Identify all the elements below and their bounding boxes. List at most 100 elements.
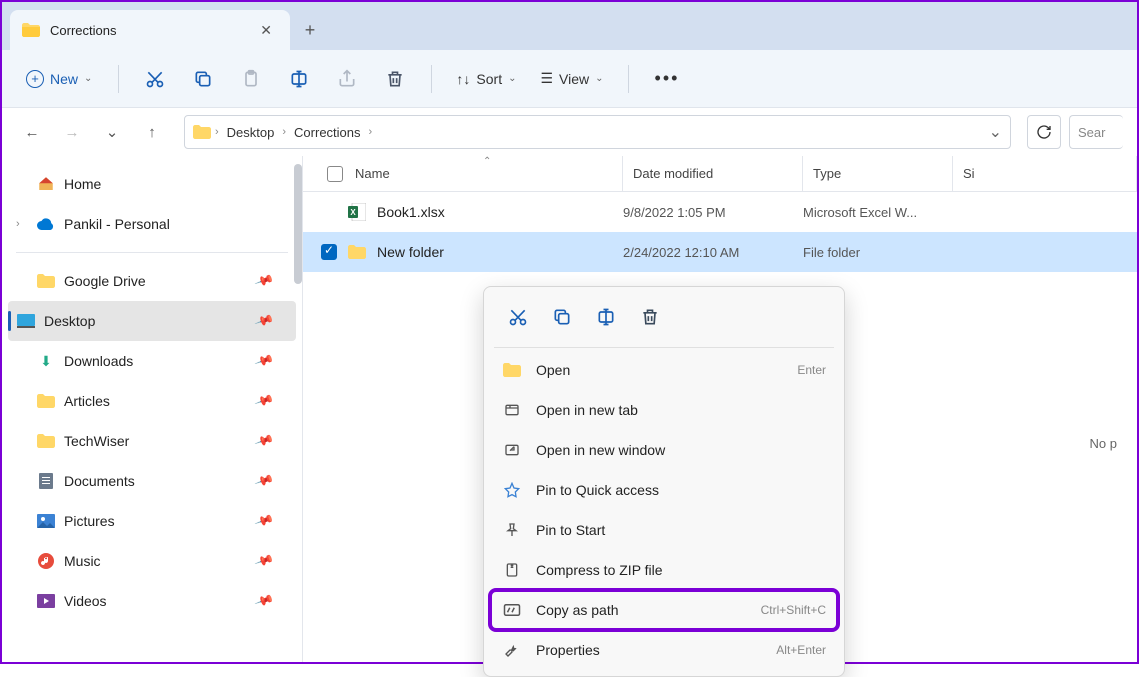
folder-icon (347, 243, 367, 261)
refresh-button[interactable] (1027, 115, 1061, 149)
sidebar-item-videos[interactable]: Videos 📌 (2, 581, 302, 621)
new-button[interactable]: + New ⌄ (16, 64, 102, 94)
folder-icon (36, 392, 56, 410)
copy-button[interactable] (183, 59, 223, 99)
sidebar-item-desktop[interactable]: Desktop 📌 (8, 301, 296, 341)
ctx-delete-button[interactable] (630, 299, 670, 335)
new-tab-button[interactable]: + (290, 10, 330, 50)
column-name[interactable]: Name (317, 156, 623, 191)
ctx-label: Copy as path (536, 602, 619, 618)
sidebar-label: Articles (64, 393, 110, 409)
delete-button[interactable] (375, 59, 415, 99)
back-button[interactable]: ← (16, 116, 48, 148)
folder-icon (502, 363, 522, 377)
sidebar-label: Pankil - Personal (64, 216, 170, 232)
file-row-book1[interactable]: X Book1.xlsx 9/8/2022 1:05 PM Microsoft … (303, 192, 1137, 232)
up-button[interactable]: ↑ (136, 116, 168, 148)
ctx-open-window[interactable]: Open in new window (490, 430, 838, 470)
sidebar-home[interactable]: Home (2, 164, 302, 204)
pictures-icon (36, 512, 56, 530)
view-button[interactable]: ☰ View ⌄ (532, 64, 611, 93)
column-type[interactable]: Type (803, 156, 953, 191)
folder-icon (22, 23, 40, 37)
pin-icon[interactable]: 📌 (253, 470, 274, 491)
chevron-right-icon[interactable]: › (215, 126, 219, 138)
file-row-new-folder[interactable]: New folder 2/24/2022 12:10 AM File folde… (303, 232, 1137, 272)
sidebar-item-documents[interactable]: Documents 📌 (2, 461, 302, 501)
tab-title: Corrections (50, 23, 244, 38)
rename-button[interactable] (279, 59, 319, 99)
ctx-open-tab[interactable]: Open in new tab (490, 390, 838, 430)
ctx-label: Open in new tab (536, 402, 638, 418)
row-checkbox[interactable] (321, 244, 337, 260)
pin-icon[interactable]: 📌 (253, 390, 274, 411)
sort-icon: ↑↓ (456, 71, 470, 87)
pin-icon (502, 482, 522, 498)
tab-corrections[interactable]: Corrections ✕ (10, 10, 290, 50)
cut-button[interactable] (135, 59, 175, 99)
cloud-icon (36, 215, 56, 233)
forward-button: → (56, 116, 88, 148)
ctx-shortcut: Ctrl+Shift+C (761, 603, 826, 617)
pin-icon[interactable]: 📌 (253, 550, 274, 571)
column-size[interactable]: Si (953, 156, 1137, 191)
search-input[interactable]: Sear (1069, 115, 1123, 149)
address-history-icon[interactable]: ⌄ (989, 122, 1002, 142)
address-bar[interactable]: › Desktop › Corrections › ⌄ (184, 115, 1011, 149)
sort-button[interactable]: ↑↓ Sort ⌄ (448, 65, 524, 93)
sidebar-label: Videos (64, 593, 107, 609)
toolbar: + New ⌄ ↑↓ Sort ⌄ ☰ View ⌄ ••• (2, 50, 1137, 108)
sidebar-label: Home (64, 176, 101, 192)
sidebar-item-music[interactable]: Music 📌 (2, 541, 302, 581)
ctx-compress[interactable]: Compress to ZIP file (490, 550, 838, 590)
view-label: View (559, 71, 589, 87)
ctx-cut-button[interactable] (498, 299, 538, 335)
ctx-rename-button[interactable] (586, 299, 626, 335)
close-icon[interactable]: ✕ (254, 20, 278, 41)
pin-icon[interactable]: 📌 (253, 590, 274, 611)
chevron-right-icon[interactable]: › (16, 218, 28, 230)
view-icon: ☰ (540, 70, 553, 87)
sort-label: Sort (476, 71, 502, 87)
column-date[interactable]: Date modified (623, 156, 803, 191)
sidebar-item-downloads[interactable]: ⬇ Downloads 📌 (2, 341, 302, 381)
pin-icon[interactable]: 📌 (253, 310, 274, 331)
column-label: Name (355, 166, 390, 181)
share-button (327, 59, 367, 99)
pin-icon[interactable]: 📌 (253, 510, 274, 531)
folder-icon (36, 272, 56, 290)
ctx-pin-start[interactable]: Pin to Start (490, 510, 838, 550)
sidebar-item-articles[interactable]: Articles 📌 (2, 381, 302, 421)
sidebar: Home › Pankil - Personal Google Drive 📌 … (2, 156, 302, 662)
ctx-copy-button[interactable] (542, 299, 582, 335)
sidebar-onedrive[interactable]: › Pankil - Personal (2, 204, 302, 244)
video-icon (36, 592, 56, 610)
pin-icon[interactable]: 📌 (253, 430, 274, 451)
ctx-properties[interactable]: Properties Alt+Enter (490, 630, 838, 670)
sidebar-label: TechWiser (64, 433, 129, 449)
chevron-right-icon[interactable]: › (282, 126, 286, 138)
context-menu: Open Enter Open in new tab Open in new w… (483, 286, 845, 677)
ctx-shortcut: Alt+Enter (776, 643, 826, 657)
sort-indicator-icon: ⌃ (483, 156, 491, 167)
ctx-pin-quick[interactable]: Pin to Quick access (490, 470, 838, 510)
pin-icon[interactable]: 📌 (253, 350, 274, 371)
crumb-desktop[interactable]: Desktop (223, 123, 279, 142)
select-all-checkbox[interactable] (327, 166, 343, 182)
ctx-copy-path[interactable]: Copy as path Ctrl+Shift+C (490, 590, 838, 630)
sidebar-item-techwiser[interactable]: TechWiser 📌 (2, 421, 302, 461)
ctx-open[interactable]: Open Enter (490, 350, 838, 390)
excel-icon: X (347, 203, 367, 221)
sidebar-item-pictures[interactable]: Pictures 📌 (2, 501, 302, 541)
pin-icon[interactable]: 📌 (253, 270, 274, 291)
crumb-corrections[interactable]: Corrections (290, 123, 364, 142)
sidebar-item-google-drive[interactable]: Google Drive 📌 (2, 261, 302, 301)
ctx-label: Open (536, 362, 570, 378)
more-button[interactable]: ••• (645, 62, 690, 95)
home-icon (36, 175, 56, 193)
preview-empty: No p (1090, 436, 1117, 451)
chevron-right-icon[interactable]: › (369, 126, 373, 138)
svg-text:X: X (350, 208, 356, 217)
chevron-down-icon: ⌄ (508, 73, 516, 84)
recent-button[interactable]: ⌄ (96, 116, 128, 148)
